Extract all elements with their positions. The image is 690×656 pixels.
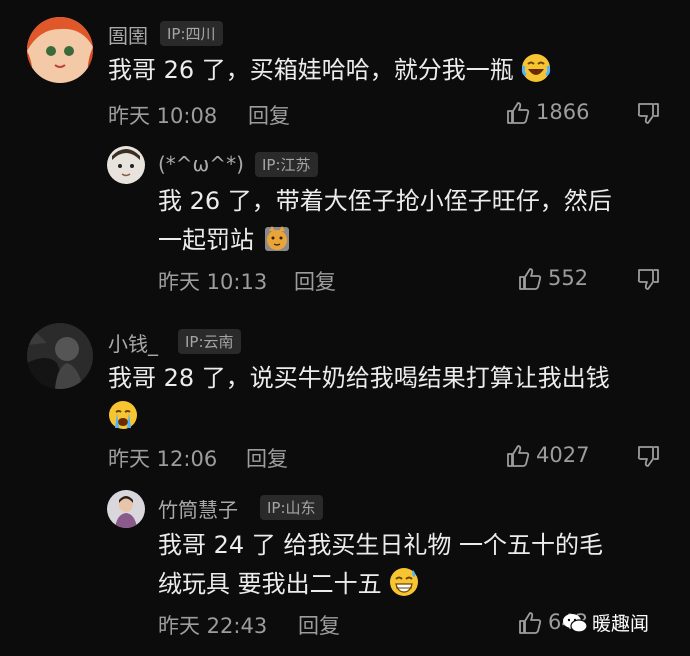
ip-badge: IP:山东 (260, 495, 323, 520)
reply-text-line: 我 26 了，带着大侄子抢小侄子旺仔，然后 (158, 187, 612, 215)
laugh-cry-emoji (521, 53, 551, 83)
crying-emoji (108, 400, 138, 430)
thumbs-down-icon[interactable] (636, 444, 660, 468)
username[interactable]: 小钱_ (108, 328, 158, 357)
like-count: 1866 (536, 100, 590, 124)
ip-badge: IP:四川 (160, 21, 223, 46)
reply-text-line: 我哥 24 了 给我买生日礼物 一个五十的毛 (158, 531, 604, 559)
reply-button[interactable]: 回复 (246, 443, 288, 473)
wechat-icon (563, 614, 588, 633)
ip-badge: IP:江苏 (255, 152, 318, 177)
thumbs-up-icon[interactable] (506, 101, 530, 125)
grin-sweat-emoji (389, 567, 419, 597)
username[interactable]: 竹筒慧子 (158, 494, 238, 523)
comment-text-content: 我哥 26 了，买箱娃哈哈，就分我一瓶 (108, 56, 514, 84)
comment-text: 我哥 26 了，买箱娃哈哈，就分我一瓶 (108, 51, 668, 90)
reply-button[interactable]: 回复 (294, 266, 336, 296)
avatar[interactable] (107, 490, 145, 528)
ip-badge: IP:云南 (178, 329, 241, 354)
thumbs-down-icon[interactable] (636, 101, 660, 125)
reply-time: 昨天 22:43 (158, 614, 268, 638)
thumbs-up-icon[interactable] (506, 444, 530, 468)
like-count: 4027 (536, 443, 590, 467)
username[interactable]: 圄圉 (108, 20, 148, 49)
reply-text: 我哥 24 了 给我买生日礼物 一个五十的毛 绒玩具 要我出二十五 (158, 526, 668, 604)
reply-text-line: 一起罚站 (158, 226, 254, 254)
reply-button[interactable]: 回复 (248, 100, 290, 130)
comment-text: 我哥 28 了，说买牛奶给我喝结果打算让我出钱 (108, 359, 668, 437)
reply-text: 我 26 了，带着大侄子抢小侄子旺仔，然后 一起罚站 (158, 182, 668, 260)
thumbs-down-icon[interactable] (636, 267, 660, 291)
avatar[interactable] (107, 146, 145, 184)
like-count: 552 (548, 266, 589, 290)
reply-button[interactable]: 回复 (298, 610, 340, 640)
emoji-line (108, 398, 668, 437)
username[interactable]: (*^ω^*) (158, 152, 244, 176)
comment-text-content: 我哥 28 了，说买牛奶给我喝结果打算让我出钱 (108, 364, 610, 392)
avatar[interactable] (27, 323, 93, 389)
thumbs-up-icon[interactable] (518, 267, 542, 291)
reply-text-line: 绒玩具 要我出二十五 (158, 570, 382, 598)
comment-time: 昨天 10:08 (108, 104, 218, 128)
comment-time: 昨天 12:06 (108, 447, 218, 471)
reply-time: 昨天 10:13 (158, 270, 268, 294)
cat-sticker-emoji (262, 223, 292, 253)
watermark: 暖趣闻 (592, 613, 650, 635)
avatar[interactable] (27, 17, 93, 83)
reply-text-line-wrap: 一起罚站 (158, 221, 668, 260)
thumbs-up-icon[interactable] (518, 611, 542, 635)
reply-text-line-wrap: 绒玩具 要我出二十五 (158, 565, 668, 604)
